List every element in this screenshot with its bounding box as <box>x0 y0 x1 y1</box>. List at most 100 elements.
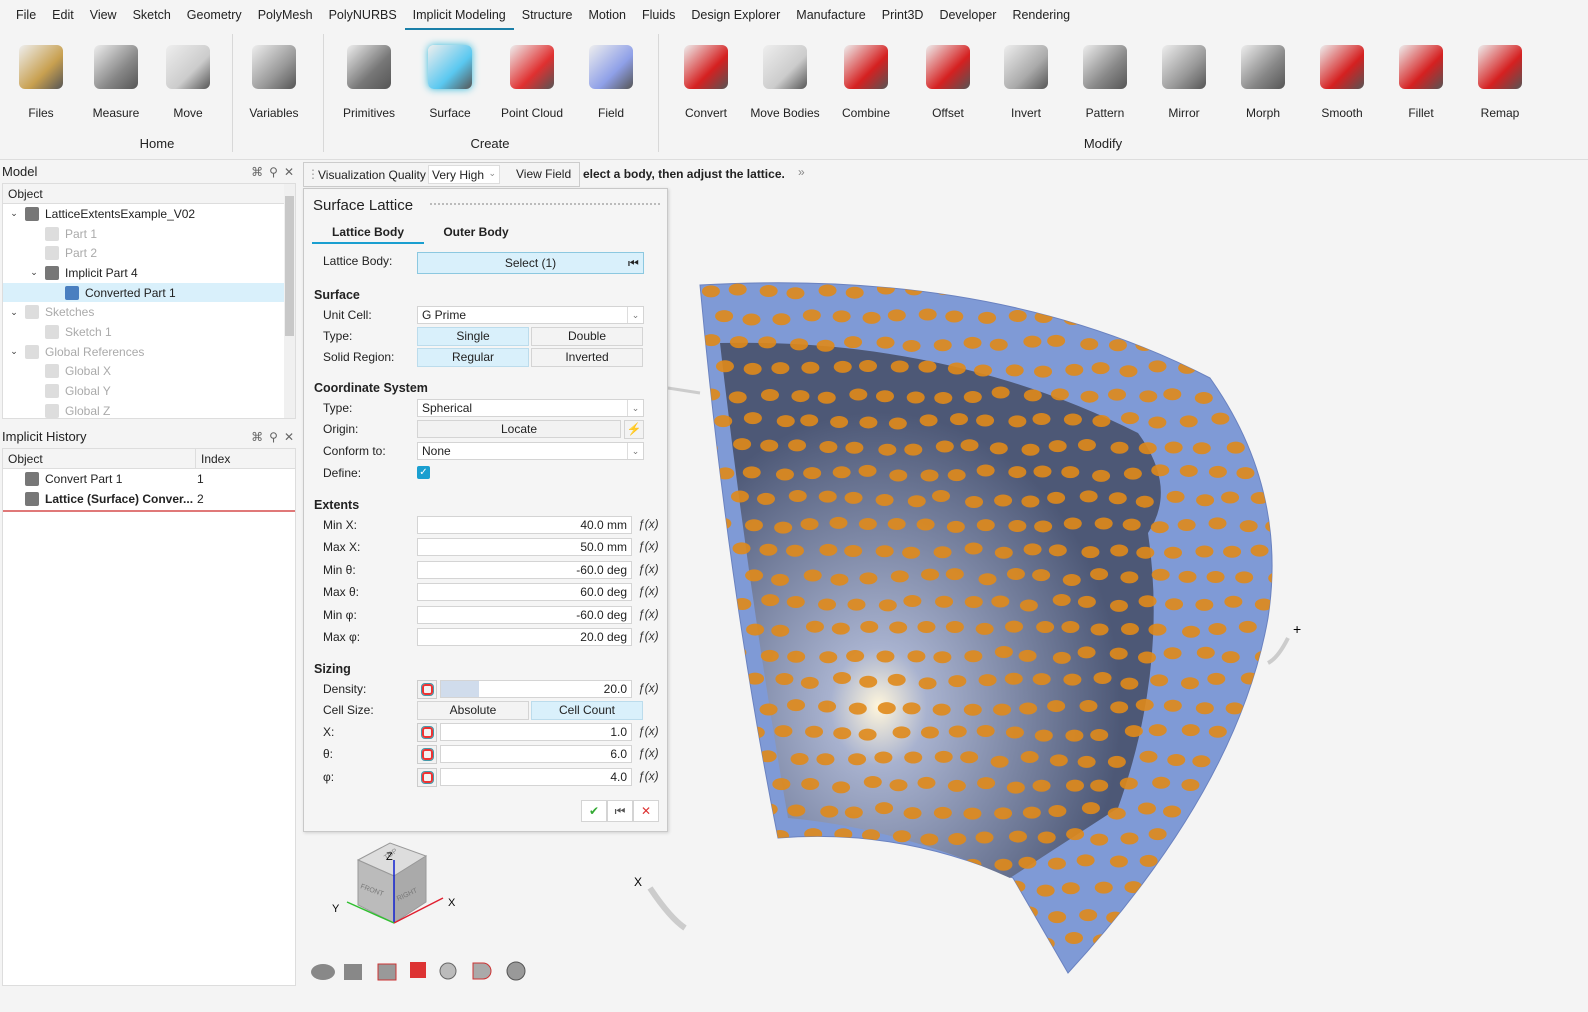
move-bodies-button[interactable]: Move Bodies <box>747 38 823 120</box>
tree-item[interactable]: Global Z <box>3 401 295 421</box>
extent-input[interactable]: -60.0 deg <box>417 560 632 579</box>
close-icon[interactable]: ✕ <box>284 430 294 444</box>
field-button[interactable]: Field <box>573 38 649 120</box>
mirror-button[interactable]: Mirror <box>1146 38 1222 120</box>
tree-item[interactable]: Part 2 <box>3 243 295 263</box>
history-row[interactable]: Convert Part 11 <box>3 469 295 489</box>
chevron-down-icon[interactable]: ⌄ <box>627 400 643 416</box>
view-field-button[interactable]: View Field <box>516 167 571 181</box>
solid-region-option-regular[interactable]: Regular <box>417 348 529 367</box>
menu-print3d[interactable]: Print3D <box>874 0 932 30</box>
history-marker-line[interactable] <box>3 510 295 513</box>
chevron-down-icon[interactable]: ⌄ <box>27 267 41 278</box>
lock-icon[interactable] <box>417 745 437 765</box>
origin-locate-button[interactable]: Locate <box>417 420 621 438</box>
tree-item[interactable]: Part 1 <box>3 224 295 244</box>
tree-item[interactable]: Converted Part 1 <box>3 282 285 303</box>
column-header-object[interactable]: Object <box>8 452 43 466</box>
column-header-object[interactable]: Object <box>3 184 295 204</box>
extent-input[interactable]: -60.0 deg <box>417 605 632 624</box>
unit-cell-dropdown[interactable]: G Prime ⌄ <box>417 306 644 324</box>
function-icon[interactable]: ƒ(x) <box>638 769 659 783</box>
function-icon[interactable]: ƒ(x) <box>638 584 659 598</box>
menu-geometry[interactable]: Geometry <box>179 0 250 30</box>
tree-item[interactable]: Global X <box>3 362 295 382</box>
chevron-down-icon[interactable]: ⌄ <box>7 307 21 318</box>
menu-motion[interactable]: Motion <box>580 0 634 30</box>
point-cloud-button[interactable]: Point Cloud <box>494 38 570 120</box>
cell-count-input[interactable]: 1.0 <box>440 723 632 741</box>
binoculars-icon[interactable]: ⌘ <box>251 165 263 179</box>
tree-item[interactable]: Sketch 1 <box>3 322 295 342</box>
menu-edit[interactable]: Edit <box>44 0 82 30</box>
remap-button[interactable]: Remap <box>1462 38 1538 120</box>
density-slider[interactable]: 20.0 <box>440 680 632 698</box>
ok-button[interactable]: ✔ <box>581 800 607 822</box>
function-icon[interactable]: ƒ(x) <box>638 607 659 621</box>
solid-region-option-inverted[interactable]: Inverted <box>531 348 643 367</box>
menu-polymesh[interactable]: PolyMesh <box>250 0 321 30</box>
fillet-button[interactable]: Fillet <box>1383 38 1459 120</box>
binoculars-icon[interactable]: ⌘ <box>251 430 263 444</box>
combine-button[interactable]: Combine <box>828 38 904 120</box>
menu-structure[interactable]: Structure <box>514 0 581 30</box>
measure-button[interactable]: Measure <box>78 38 154 120</box>
tab-outer-body[interactable]: Outer Body <box>426 225 526 242</box>
lattice-body-select[interactable]: Select (1) ⏮ <box>417 252 644 274</box>
move-button[interactable]: Move <box>150 38 226 120</box>
rotate-handle-icon[interactable] <box>1266 637 1290 665</box>
drag-handle[interactable] <box>667 386 701 395</box>
scrollbar[interactable] <box>284 184 295 418</box>
extent-input[interactable]: 50.0 mm <box>417 538 632 557</box>
close-icon[interactable]: ✕ <box>284 165 294 179</box>
lightning-icon[interactable]: ⚡ <box>624 420 644 439</box>
tree-item[interactable]: ⌄ Implicit Part 4 <box>3 263 295 283</box>
function-icon[interactable]: ƒ(x) <box>638 629 659 643</box>
chevron-down-icon[interactable]: ⌄ <box>627 307 643 323</box>
menu-file[interactable]: File <box>8 0 44 30</box>
menu-sketch[interactable]: Sketch <box>125 0 179 30</box>
menu-implicit-modeling[interactable]: Implicit Modeling <box>404 0 514 30</box>
convert-button[interactable]: Convert <box>668 38 744 120</box>
lock-icon[interactable] <box>417 680 437 699</box>
files-button[interactable]: Files <box>3 38 79 120</box>
function-icon[interactable]: ƒ(x) <box>638 517 659 531</box>
define-checkbox[interactable]: ✓ <box>417 466 430 479</box>
menu-manufacture[interactable]: Manufacture <box>788 0 873 30</box>
type-option-single[interactable]: Single <box>417 327 529 346</box>
expand-hint-icon[interactable]: » <box>798 165 805 179</box>
menu-developer[interactable]: Developer <box>931 0 1004 30</box>
cell-count-input[interactable]: 6.0 <box>440 745 632 764</box>
reset-icon[interactable]: ⏮ <box>628 253 639 273</box>
extent-input[interactable]: 20.0 deg <box>417 628 632 646</box>
type-option-double[interactable]: Double <box>531 327 643 346</box>
function-icon[interactable]: ƒ(x) <box>638 681 659 695</box>
lock-icon[interactable] <box>417 723 437 742</box>
variables-button[interactable]: Variables <box>236 38 312 120</box>
morph-button[interactable]: Morph <box>1225 38 1301 120</box>
search-icon[interactable]: ⚲ <box>269 165 278 179</box>
cancel-button[interactable]: ✕ <box>633 800 659 822</box>
extent-input[interactable]: 60.0 deg <box>417 583 632 602</box>
column-header-index[interactable]: Index <box>195 449 230 469</box>
offset-button[interactable]: Offset <box>910 38 986 120</box>
surface-button[interactable]: Surface <box>412 38 488 120</box>
menu-rendering[interactable]: Rendering <box>1004 0 1078 30</box>
cs-type-dropdown[interactable]: Spherical ⌄ <box>417 399 644 417</box>
tree-item[interactable]: ⌄ Sketches <box>3 302 295 322</box>
pattern-button[interactable]: Pattern <box>1067 38 1143 120</box>
tree-item[interactable]: ⌄ Global References <box>3 342 295 362</box>
tree-item[interactable]: ⌄ LatticeExtentsExample_V02 <box>3 204 295 224</box>
tab-lattice-body[interactable]: Lattice Body <box>312 225 424 244</box>
chevron-down-icon[interactable]: ⌄ <box>7 346 21 357</box>
search-icon[interactable]: ⚲ <box>269 430 278 444</box>
menu-view[interactable]: View <box>82 0 125 30</box>
conform-to-dropdown[interactable]: None ⌄ <box>417 442 644 460</box>
reset-button[interactable]: ⏮ <box>607 800 633 822</box>
menu-polynurbs[interactable]: PolyNURBS <box>321 0 405 30</box>
function-icon[interactable]: ƒ(x) <box>638 746 659 760</box>
function-icon[interactable]: ƒ(x) <box>638 562 659 576</box>
function-icon[interactable]: ƒ(x) <box>638 539 659 553</box>
lock-icon[interactable] <box>417 767 437 787</box>
chevron-down-icon[interactable]: ⌄ <box>7 208 21 219</box>
